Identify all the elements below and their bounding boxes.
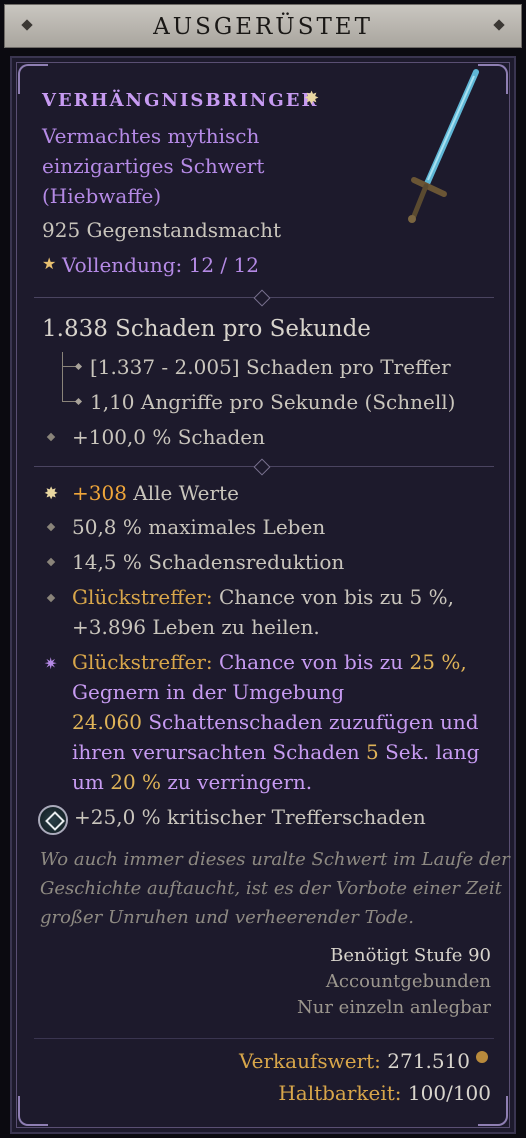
unique-value-4: 20 % [110, 770, 162, 794]
coin-icon [476, 1051, 488, 1063]
frame-corner [18, 1096, 48, 1126]
unique-lucky-label: Glückstreffer: [72, 650, 213, 674]
unique-text-3: Schattenschaden zuzufügen und [148, 710, 479, 734]
flavor-line-3: großer Unruhen und verheerender Tode. [40, 907, 414, 928]
affix-max-life: 50,8 % maximales Leben [72, 515, 326, 539]
sell-label: Verkaufswert: [239, 1049, 381, 1073]
mastery: Vollendung: 12 / 12 [62, 253, 259, 277]
header-title: AUSGERÜSTET [153, 14, 373, 40]
damage-per-hit: [1.337 - 2.005] Schaden pro Treffer [90, 355, 451, 379]
sword-icon [408, 69, 479, 223]
item-name: VERHÄNGNISBRINGER [42, 90, 319, 111]
unique-equipped: Nur einzeln anlegbar [297, 997, 491, 1018]
mastery-star-icon: ★ [42, 254, 57, 273]
unique-text-5a: um [72, 770, 104, 794]
flavor-line-1: Wo auch immer dieses uralte Schwert im L… [40, 849, 510, 870]
lucky-hit-text-2: +3.896 Leben zu heilen. [72, 615, 320, 639]
affix-crit-damage: +25,0 % kritischer Trefferschaden [74, 805, 426, 829]
unique-sparkle-icon: ✸ [304, 88, 320, 109]
implicit-damage: +100,0 % Schaden [72, 425, 265, 449]
attack-speed: 1,10 Angriffe pro Sekunde (Schnell) [90, 390, 456, 414]
unique-value-1: 25 %, [409, 650, 467, 674]
durability-label: Haltbarkeit: [278, 1081, 402, 1105]
unique-power-icon: ✷ [44, 654, 58, 673]
unique-text-4b: Sek. lang [385, 740, 480, 764]
all-stats-value: +308 [72, 481, 127, 505]
sell-value: 271.510 [387, 1049, 470, 1073]
flavor-line-2: Geschichte auftaucht, ist es der Vorbote… [40, 878, 502, 899]
unique-text-2: Gegnern in der Umgebung [72, 680, 345, 704]
tree-line [62, 352, 63, 402]
weapon-dps: 1.838 Schaden pro Sekunde [42, 316, 371, 342]
item-type-line-3: (Hiebwaffe) [42, 184, 162, 208]
tempered-affix-icon [38, 805, 68, 835]
item-power: 925 Gegenstandsmacht [42, 218, 282, 242]
unique-value-2: 24.060 [72, 710, 142, 734]
item-type-line-1: Vermachtes mythisch [42, 124, 260, 148]
divider [34, 1038, 494, 1039]
unique-value-3: 5 [366, 740, 379, 764]
lucky-hit-label: Glückstreffer: [72, 585, 213, 609]
unique-text-4a: ihren verursachten Schaden [72, 740, 360, 764]
durability-value: 100/100 [407, 1081, 491, 1105]
all-stats-label: Alle Werte [133, 481, 239, 505]
unique-text-5b: zu verringern. [167, 770, 313, 794]
account-bound: Accountgebunden [325, 971, 491, 992]
item-type-line-2: einzigartiges Schwert [42, 154, 265, 178]
affix-damage-reduction: 14,5 % Schadensreduktion [72, 550, 345, 574]
required-level: Benötigt Stufe 90 [330, 945, 491, 966]
greater-affix-icon: ✸ [44, 484, 59, 504]
equipped-header: AUSGERÜSTET [4, 4, 522, 48]
unique-text-1: Chance von bis zu [218, 650, 404, 674]
lucky-hit-text: Chance von bis zu 5 %, [218, 585, 454, 609]
